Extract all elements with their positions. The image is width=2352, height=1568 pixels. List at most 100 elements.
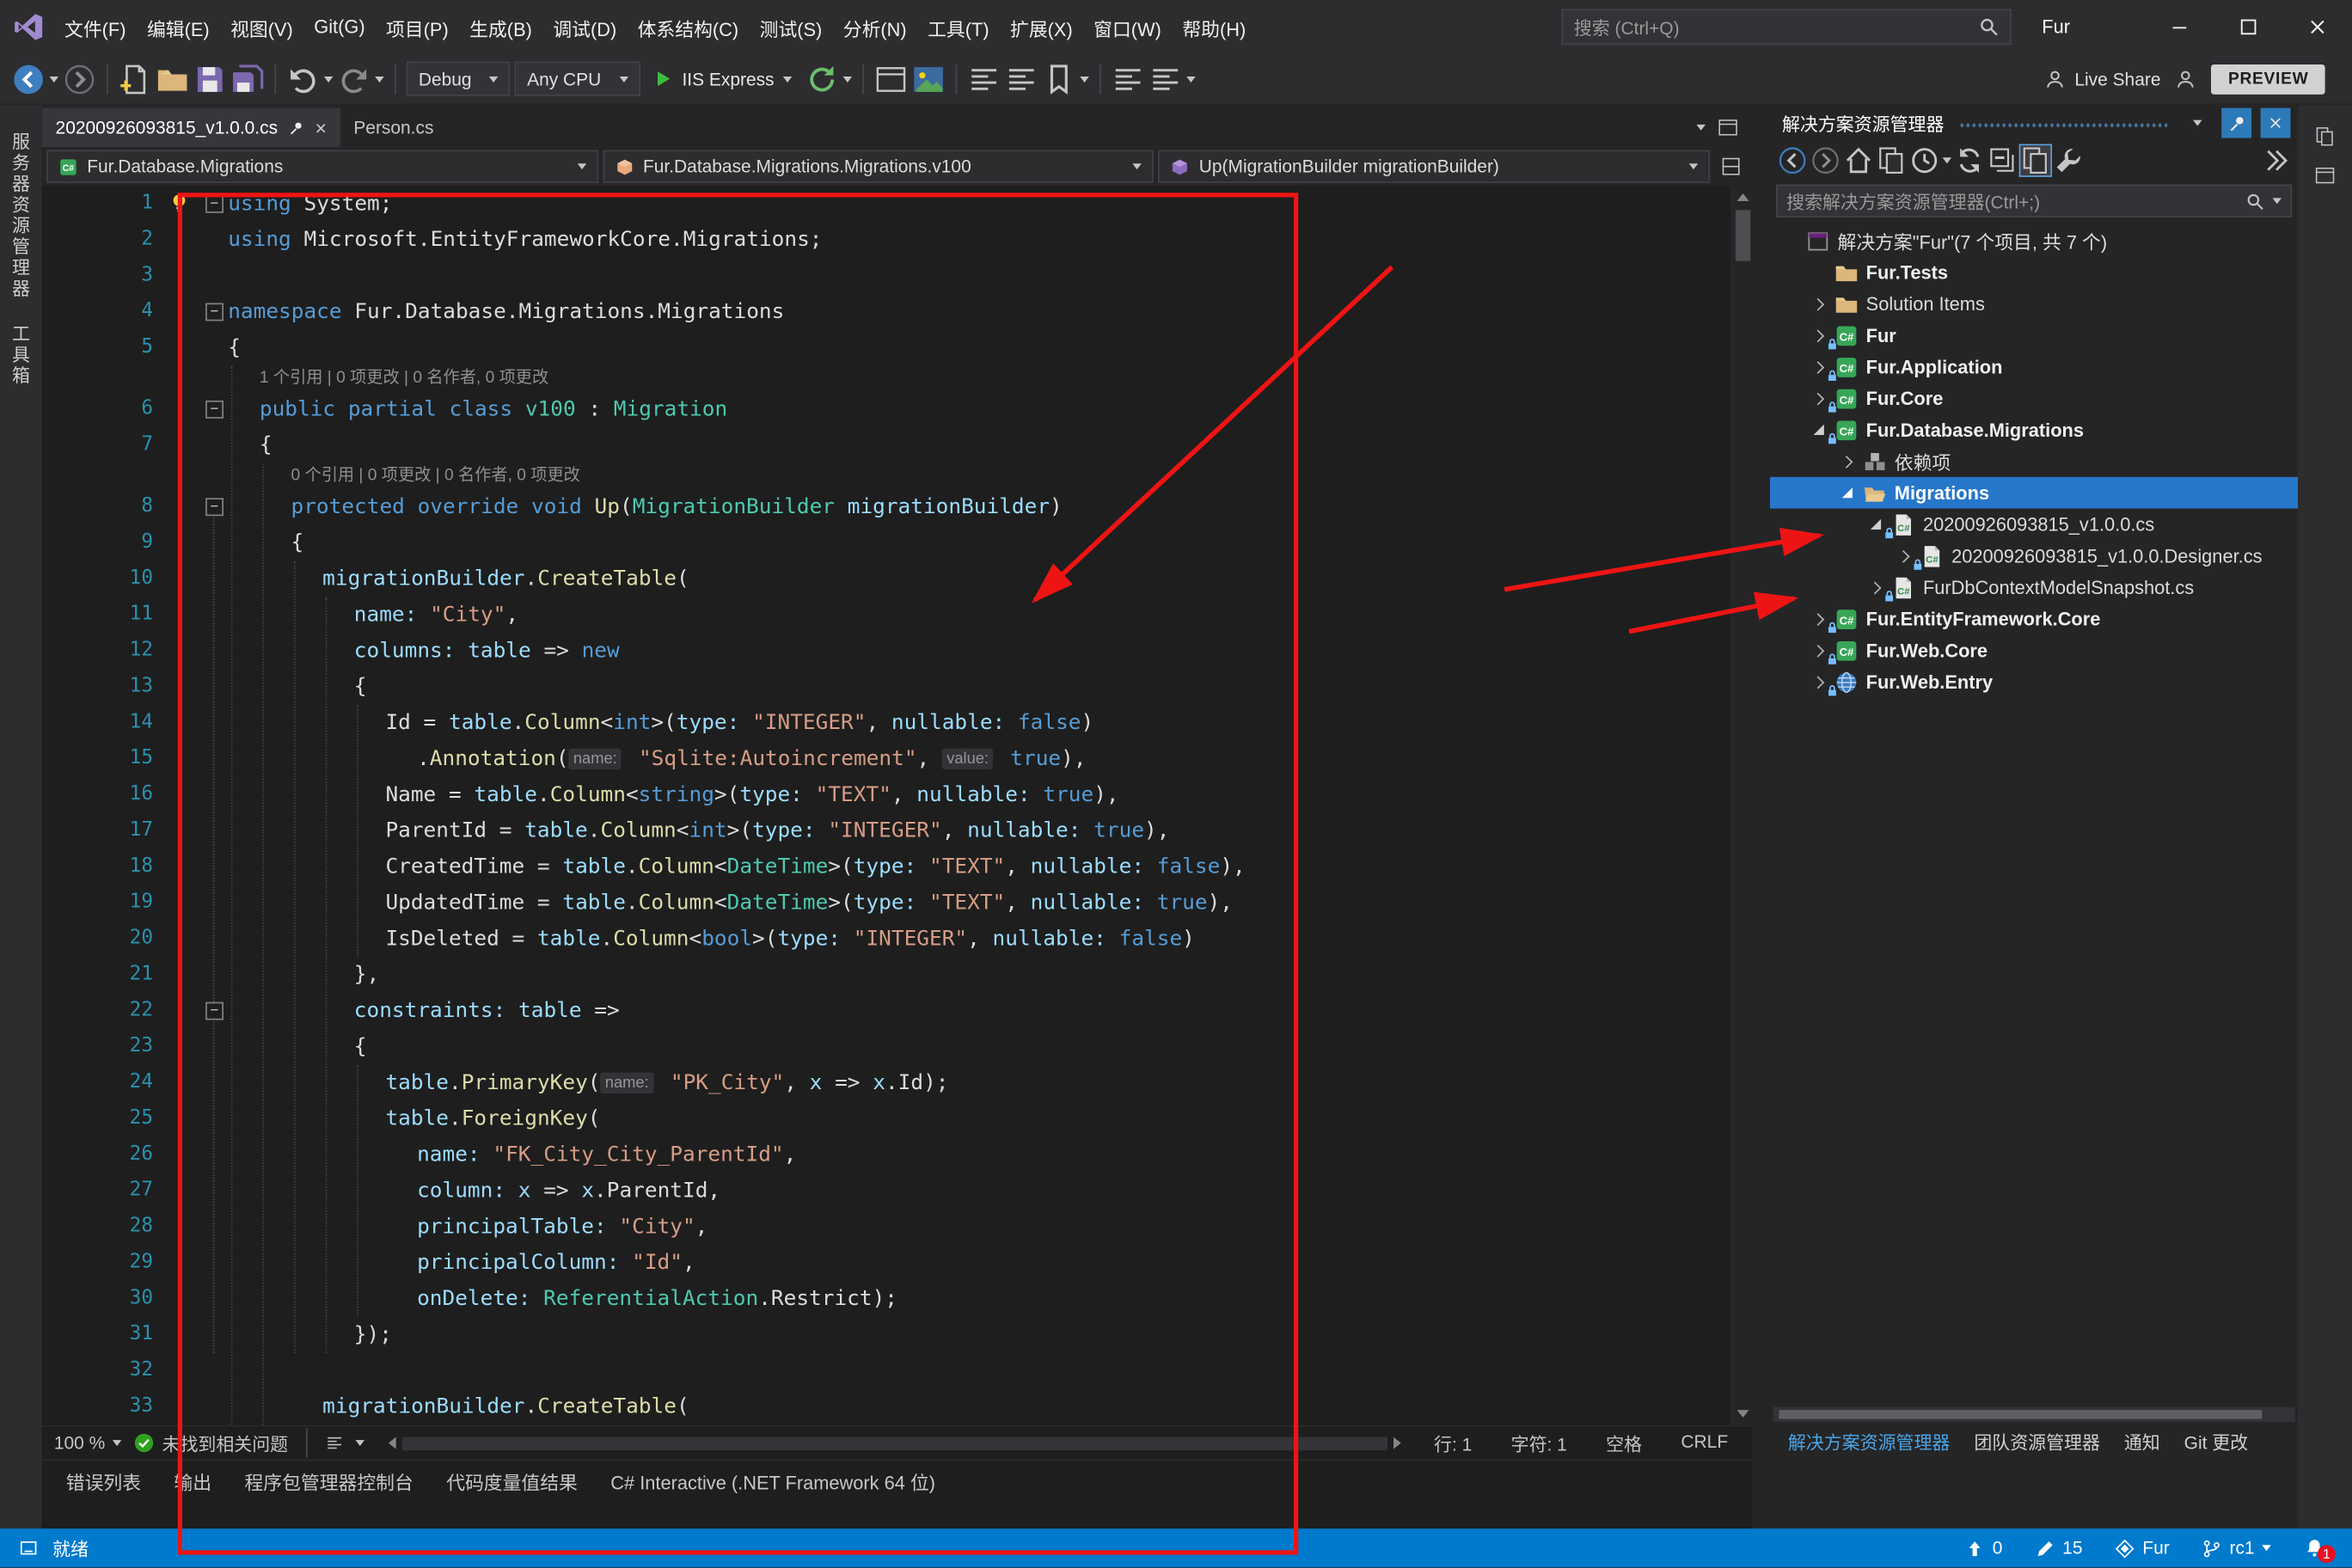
solution-search-box[interactable]: 搜索解决方案资源管理器(Ctrl+;) <box>1776 185 2292 217</box>
tree-collapsed-arrow-icon[interactable] <box>1810 362 1827 371</box>
tree-item[interactable]: C#20200926093815_v1.0.0.Designer.cs <box>1770 540 2298 572</box>
code-line[interactable]: 1−using System; <box>42 186 1752 222</box>
menu-item[interactable]: 文件(F) <box>54 7 137 47</box>
open-file-button[interactable] <box>156 62 188 95</box>
breadcrumb-dropdown[interactable]: Fur.Database.Migrations.Migrations.v100 <box>603 150 1155 182</box>
solution-platform-dropdown[interactable]: Any CPU <box>515 62 640 96</box>
zoom-control[interactable]: 100 % <box>54 1432 122 1453</box>
bottom-panel-tab[interactable]: 程序包管理器控制台 <box>230 1461 428 1502</box>
code-line[interactable]: 15.Annotation(name: "Sqlite:Autoincremen… <box>42 741 1752 777</box>
explorer-horizontal-scrollbar[interactable] <box>1773 1407 2294 1422</box>
fold-collapse-icon[interactable]: − <box>205 498 224 516</box>
document-tab[interactable]: 20200926093815_v1.0.0.cs× <box>42 108 340 147</box>
tree-item[interactable]: Solution Items <box>1770 288 2298 320</box>
quick-search-box[interactable]: 搜索 (Ctrl+Q) <box>1562 9 2012 45</box>
menu-item[interactable]: 体系结构(C) <box>627 7 749 47</box>
code-line[interactable]: 20IsDeleted = table.Column<bool>(type: "… <box>42 921 1752 957</box>
scroll-left-icon[interactable] <box>389 1437 396 1449</box>
explorer-back-button[interactable] <box>1778 145 1808 175</box>
menu-item[interactable]: 测试(S) <box>749 7 832 47</box>
code-line[interactable]: 22−constraints: table => <box>42 993 1752 1029</box>
outgoing-commits-button[interactable]: 0 <box>1965 1538 2002 1559</box>
menu-item[interactable]: Git(G) <box>303 10 376 43</box>
properties-wrench-icon[interactable] <box>2054 145 2084 175</box>
undo-button[interactable] <box>286 62 319 95</box>
menu-item[interactable]: 帮助(H) <box>1172 7 1256 47</box>
code-line[interactable]: 21}, <box>42 957 1752 993</box>
line-indicator[interactable]: 行: 1 <box>1434 1430 1472 1456</box>
fold-collapse-icon[interactable]: − <box>205 303 224 321</box>
code-line[interactable]: 12columns: table => new <box>42 633 1752 669</box>
tool-window-tab[interactable]: 通知 <box>2112 1423 2172 1461</box>
feedback-icon[interactable] <box>2176 68 2196 89</box>
tab-close-icon[interactable]: × <box>315 118 327 138</box>
menu-item[interactable]: 生成(B) <box>459 7 542 47</box>
tree-collapsed-arrow-icon[interactable] <box>1810 677 1827 686</box>
code-line[interactable]: 28principalTable: "City", <box>42 1209 1752 1245</box>
code-line[interactable]: 30onDelete: ReferentialAction.Restrict); <box>42 1281 1752 1317</box>
tree-item[interactable]: C#20200926093815_v1.0.0.cs <box>1770 509 2298 541</box>
tree-item[interactable]: Migrations <box>1770 477 2298 509</box>
tree-item[interactable]: 解决方案"Fur"(7 个项目, 共 7 个) <box>1770 225 2298 257</box>
switch-views-icon[interactable] <box>1877 145 1907 175</box>
chevron-down-icon[interactable] <box>356 1440 364 1446</box>
code-line[interactable]: 7{ <box>42 427 1752 463</box>
code-line[interactable]: 10migrationBuilder.CreateTable( <box>42 561 1752 597</box>
menu-item[interactable]: 调试(D) <box>542 7 627 47</box>
sidebar-tab-server-explorer[interactable]: 服务器资源管理器 <box>9 132 34 300</box>
scrollbar-thumb[interactable] <box>1736 210 1750 260</box>
redo-button[interactable] <box>338 62 371 95</box>
bottom-panel-tab[interactable]: 错误列表 <box>51 1461 156 1502</box>
scroll-right-icon[interactable] <box>1393 1437 1401 1449</box>
code-line[interactable]: 11name: "City", <box>42 597 1752 633</box>
pending-edits-button[interactable]: 15 <box>2036 1538 2083 1559</box>
tree-expanded-arrow-icon[interactable] <box>1810 425 1827 435</box>
code-line[interactable]: 14Id = table.Column<int>(type: "INTEGER"… <box>42 705 1752 741</box>
menu-item[interactable]: 项目(P) <box>376 7 459 47</box>
tree-item[interactable]: C#Fur.Web.Core <box>1770 634 2298 666</box>
menu-item[interactable]: 窗口(W) <box>1083 7 1172 47</box>
hscroll-track[interactable] <box>402 1436 1387 1450</box>
undo-caret-icon[interactable] <box>324 76 333 82</box>
toolbar-overflow-icon[interactable] <box>2261 145 2291 175</box>
sidebar-tab-toolbox[interactable]: 工具箱 <box>9 324 34 387</box>
tree-item[interactable]: Fur.Web.Entry <box>1770 666 2298 698</box>
search-icon[interactable] <box>1979 16 2000 37</box>
fold-collapse-icon[interactable]: − <box>205 401 224 419</box>
save-button[interactable] <box>193 62 226 95</box>
solution-configuration-dropdown[interactable]: Debug <box>407 62 511 96</box>
menu-item[interactable]: 视图(V) <box>220 7 303 47</box>
live-share-button[interactable]: Live Share <box>2044 68 2160 89</box>
code-line[interactable]: 18CreatedTime = table.Column<DateTime>(t… <box>42 849 1752 885</box>
tree-item[interactable]: C#Fur.Core <box>1770 383 2298 414</box>
tree-collapsed-arrow-icon[interactable] <box>1867 583 1883 591</box>
tree-item[interactable]: C#Fur.Database.Migrations <box>1770 414 2298 446</box>
tree-collapsed-arrow-icon[interactable] <box>1839 456 1855 465</box>
comment-button[interactable] <box>1112 62 1144 95</box>
solution-explorer-header[interactable]: 解决方案资源管理器 <box>1770 105 2298 141</box>
chevron-down-icon[interactable] <box>843 76 852 82</box>
home-icon[interactable] <box>1843 145 1873 175</box>
branch-button[interactable]: rc1 <box>2202 1538 2271 1559</box>
tree-collapsed-arrow-icon[interactable] <box>1896 551 1913 560</box>
editor-vertical-scrollbar[interactable] <box>1731 186 1752 1424</box>
tree-collapsed-arrow-icon[interactable] <box>1810 394 1827 402</box>
toolbar-overflow-icon[interactable] <box>1186 76 1195 82</box>
tree-collapsed-arrow-icon[interactable] <box>1810 646 1827 654</box>
code-line[interactable]: 3 <box>42 258 1752 294</box>
outline-button[interactable] <box>968 62 1001 95</box>
code-editor[interactable]: 1−using System;2using Microsoft.EntityFr… <box>42 186 1752 1424</box>
bookmark-button[interactable] <box>1043 62 1075 95</box>
code-line[interactable]: 4−namespace Fur.Database.Migrations.Migr… <box>42 294 1752 330</box>
start-debugging-button[interactable]: IIS Express <box>645 68 801 89</box>
tree-item[interactable]: 依赖项 <box>1770 445 2298 477</box>
tree-item[interactable]: Fur.Tests <box>1770 256 2298 288</box>
fold-collapse-icon[interactable]: − <box>205 195 224 213</box>
split-editor-icon[interactable] <box>1714 150 1747 182</box>
scroll-down-icon[interactable] <box>1737 1410 1749 1418</box>
code-line[interactable]: 29principalColumn: "Id", <box>42 1245 1752 1281</box>
bottom-panel-tab[interactable]: C# Interactive (.NET Framework 64 位) <box>596 1461 951 1502</box>
document-list-caret-icon[interactable] <box>1696 125 1705 131</box>
sync-with-active-document-icon[interactable] <box>2020 145 2050 175</box>
tab-options-icon[interactable] <box>1718 117 1738 138</box>
